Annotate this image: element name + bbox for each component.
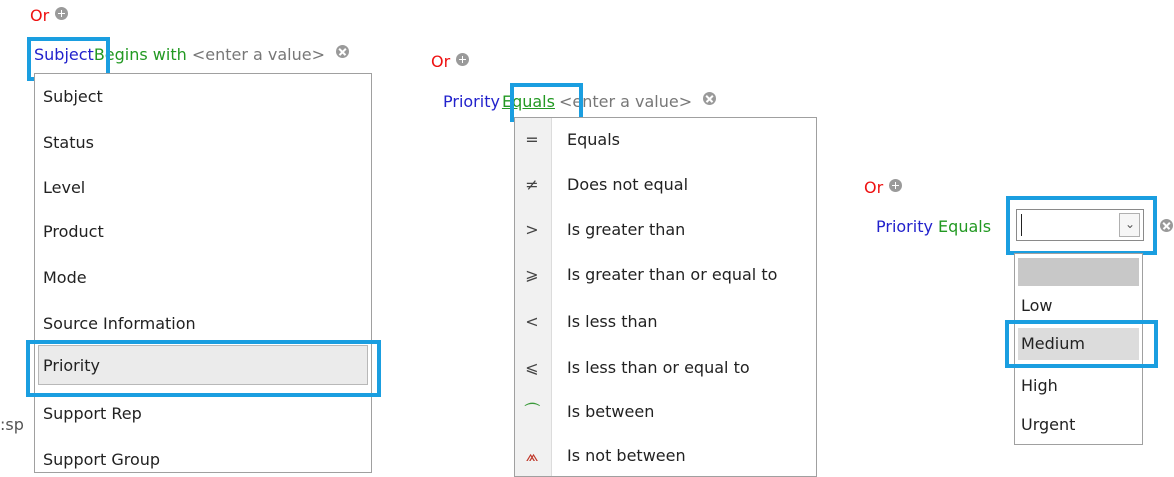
partial-text: :sp: [0, 415, 24, 434]
value-option[interactable]: High: [1021, 376, 1058, 395]
field-selector[interactable]: Priority: [876, 217, 933, 236]
not-between-icon: ⩕: [525, 446, 539, 465]
operator-item[interactable]: = Equals: [515, 130, 816, 154]
field-menu-item[interactable]: Level: [43, 178, 85, 197]
operator-item[interactable]: > Is greater than: [515, 220, 816, 244]
operator-menu: = Equals ≠ Does not equal > Is greater t…: [514, 117, 817, 477]
highlight-medium-option: [1005, 320, 1158, 368]
field-selector[interactable]: Priority: [443, 92, 500, 111]
add-condition-icon[interactable]: [456, 53, 470, 66]
not-equal-icon: ≠: [525, 175, 539, 194]
value-input[interactable]: <enter a value>: [192, 45, 325, 64]
operator-item[interactable]: ⏜ Is between: [515, 402, 816, 426]
equals-icon: =: [525, 130, 539, 149]
less-equal-icon: ⩽: [525, 358, 539, 377]
or-group-2: Or: [431, 52, 470, 71]
greater-than-icon: >: [525, 220, 539, 239]
highlight-priority-item: [26, 340, 381, 397]
field-menu-item[interactable]: Source Information: [43, 314, 196, 333]
add-condition-icon[interactable]: [55, 7, 69, 20]
or-label: Or: [431, 52, 451, 71]
field-menu-item[interactable]: Mode: [43, 268, 87, 287]
operator-item[interactable]: < Is less than: [515, 312, 816, 336]
condition-row-3: Priority Equals: [876, 217, 991, 236]
field-menu-item[interactable]: Status: [43, 133, 94, 152]
field-menu-item[interactable]: Support Group: [43, 450, 160, 469]
operator-selector[interactable]: Equals: [938, 217, 991, 236]
field-menu-item[interactable]: Support Rep: [43, 404, 142, 423]
add-condition-icon[interactable]: [889, 179, 903, 192]
value-option-empty[interactable]: [1018, 258, 1139, 286]
or-label: Or: [864, 178, 884, 197]
or-group-1: Or: [30, 6, 69, 25]
value-option[interactable]: Urgent: [1021, 415, 1075, 434]
operator-item[interactable]: ⩕ Is not between: [515, 446, 816, 470]
field-menu-item[interactable]: Product: [43, 222, 104, 241]
highlight-value-select: [1006, 196, 1157, 255]
field-menu: Subject Status Level Product Mode Source…: [34, 73, 372, 473]
or-label: Or: [30, 6, 50, 25]
remove-condition-icon[interactable]: [1160, 219, 1173, 232]
or-group-3: Or: [864, 178, 903, 197]
remove-condition-icon[interactable]: [703, 92, 717, 105]
operator-item[interactable]: ⩽ Is less than or equal to: [515, 358, 816, 382]
operator-item[interactable]: ⩾ Is greater than or equal to: [515, 265, 816, 289]
less-than-icon: <: [525, 312, 539, 331]
value-option[interactable]: Low: [1021, 296, 1053, 315]
field-menu-item[interactable]: Subject: [43, 87, 103, 106]
greater-equal-icon: ⩾: [525, 265, 539, 284]
between-icon: ⏜: [524, 402, 540, 421]
remove-condition-icon[interactable]: [336, 45, 350, 58]
operator-item[interactable]: ≠ Does not equal: [515, 175, 816, 199]
